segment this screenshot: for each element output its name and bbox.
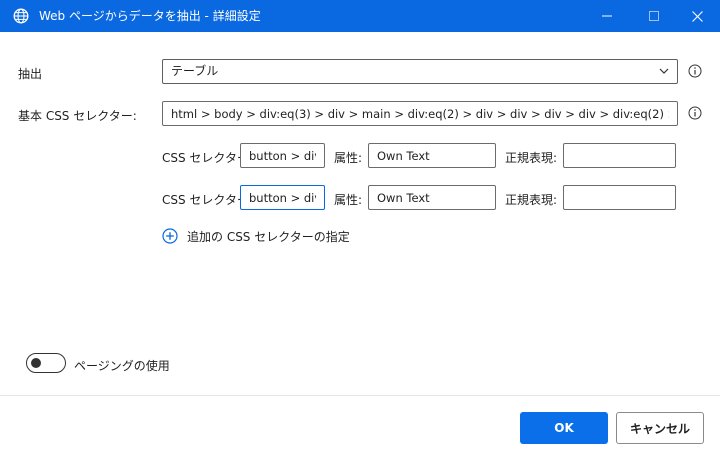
attribute-field[interactable] [368, 185, 496, 210]
extract-label: 抽出 [18, 67, 43, 81]
css-selector-field[interactable] [240, 185, 325, 210]
regex-field[interactable] [563, 185, 676, 210]
base-selector-label: 基本 CSS セレクター: [18, 109, 137, 123]
toggle-knob [31, 358, 41, 368]
regex-field[interactable] [563, 143, 676, 168]
regex-label: 正規表現: [505, 193, 558, 207]
css-selector-field[interactable] [240, 143, 325, 168]
window-title: Web ページからデータを抽出 - 詳細設定 [39, 9, 261, 23]
paging-toggle[interactable] [26, 353, 66, 373]
attribute-label: 属性: [334, 151, 363, 165]
regex-input[interactable] [564, 186, 675, 209]
add-css-selector-label: 追加の CSS セレクターの指定 [187, 229, 350, 244]
css-selector-input[interactable] [241, 186, 324, 209]
ok-button[interactable]: OK [520, 412, 608, 444]
regex-input[interactable] [564, 144, 675, 167]
paging-label: ページングの使用 [74, 359, 170, 373]
attribute-input[interactable] [369, 144, 495, 167]
close-icon [691, 10, 703, 22]
info-icon[interactable] [688, 64, 702, 78]
base-selector-input[interactable] [163, 102, 677, 125]
cancel-button[interactable]: キャンセル [616, 412, 704, 444]
maximize-icon [649, 11, 659, 21]
attribute-input[interactable] [369, 186, 495, 209]
title-bar: Web ページからデータを抽出 - 詳細設定 [0, 0, 720, 32]
extract-dropdown-value: テーブル [171, 64, 219, 78]
attribute-label: 属性: [334, 193, 363, 207]
regex-label: 正規表現: [505, 151, 558, 165]
chevron-down-icon [659, 68, 669, 74]
info-icon[interactable] [688, 106, 702, 120]
attribute-field[interactable] [368, 143, 496, 168]
minimize-button[interactable] [584, 0, 630, 32]
add-css-selector-link[interactable]: 追加の CSS セレクターの指定 [162, 227, 350, 245]
maximize-button[interactable] [631, 0, 677, 32]
base-selector-field[interactable] [162, 101, 678, 126]
plus-circle-icon [162, 228, 178, 244]
globe-icon [13, 8, 29, 24]
extract-dropdown[interactable]: テーブル [162, 59, 678, 84]
footer-divider [0, 395, 720, 396]
css-selector-input[interactable] [241, 144, 324, 167]
close-button[interactable] [674, 0, 720, 32]
minimize-icon [602, 15, 612, 17]
